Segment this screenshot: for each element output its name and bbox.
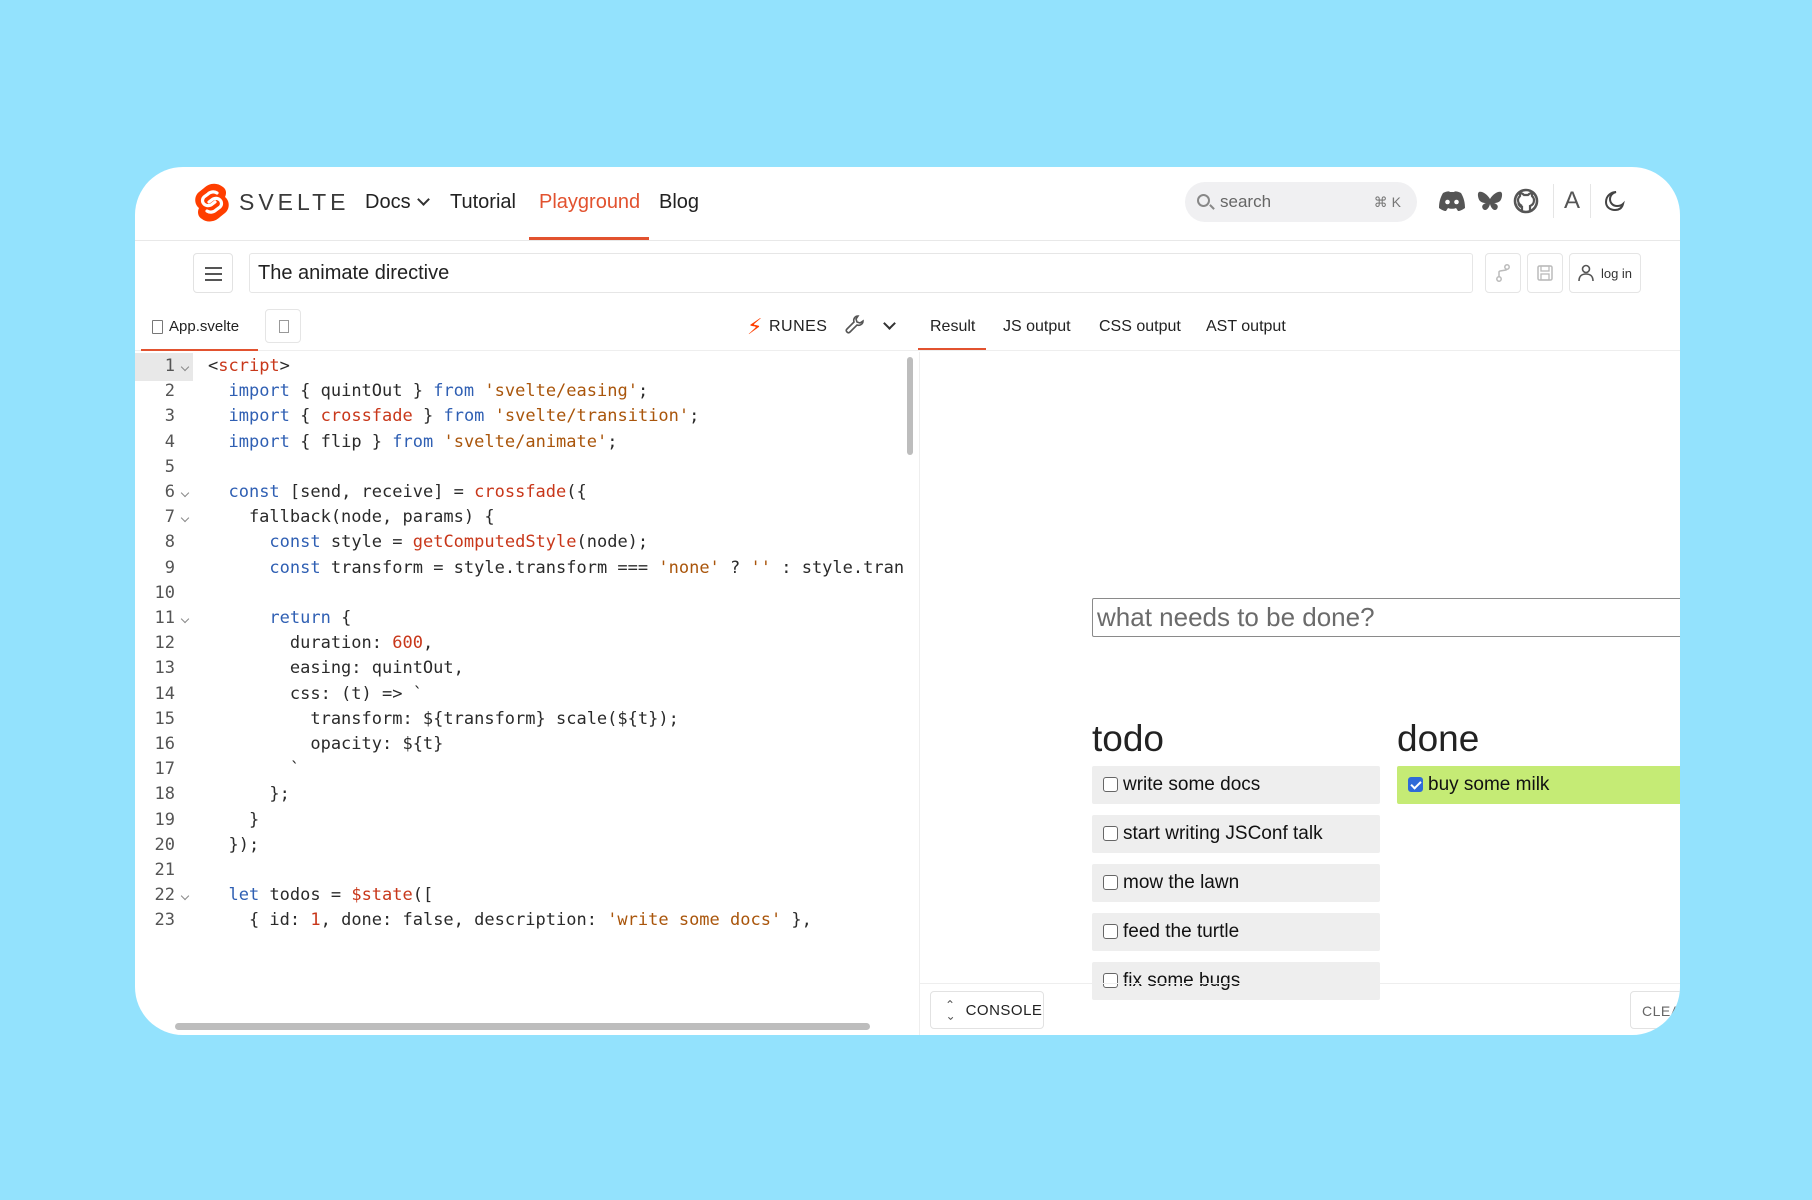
user-icon xyxy=(1578,264,1594,282)
wrench-icon[interactable] xyxy=(845,314,865,340)
search-icon xyxy=(1197,194,1210,207)
todo-checkbox[interactable] xyxy=(1103,875,1118,890)
fold-chevron-icon[interactable] xyxy=(180,513,190,523)
font-toggle-button[interactable]: A xyxy=(1553,184,1591,218)
menu-button[interactable] xyxy=(193,253,233,293)
expand-collapse-icon: ⌃ ⌃ xyxy=(945,998,956,1022)
nav-docs[interactable]: Docs xyxy=(365,191,430,214)
file-tab-label: App.svelte xyxy=(169,318,240,335)
search-input[interactable]: search ⌘ K xyxy=(1185,182,1417,222)
code-text: { id: 1, done: false, description: 'writ… xyxy=(208,910,812,931)
new-todo-input[interactable]: what needs to be done? xyxy=(1092,598,1680,637)
file-icon xyxy=(152,320,163,334)
login-button[interactable]: log in xyxy=(1569,253,1641,293)
todo-checkbox[interactable] xyxy=(1103,777,1118,792)
github-icon[interactable] xyxy=(1509,184,1543,218)
code-line[interactable]: 23 { id: 1, done: false, description: 'w… xyxy=(135,906,915,935)
done-checkbox[interactable] xyxy=(1408,777,1423,792)
playground-window: SVELTE Docs Tutorial Playground Blog sea… xyxy=(135,167,1680,1035)
project-title-input[interactable]: The animate directive xyxy=(249,253,1473,293)
todo-label: write some docs xyxy=(1123,774,1261,795)
title-bar: The animate directive log in xyxy=(135,241,1680,307)
dark-mode-toggle-icon[interactable] xyxy=(1597,184,1631,218)
done-item[interactable]: buy some milk xyxy=(1397,766,1680,804)
runes-toggle[interactable]: ⚡ RUNES xyxy=(747,314,828,339)
tab-result[interactable]: Result xyxy=(930,318,975,336)
editor-vertical-scrollbar[interactable] xyxy=(907,357,913,455)
console-label: CONSOLE xyxy=(965,1001,1043,1019)
line-number: 23 xyxy=(154,910,175,931)
todo-checkbox[interactable] xyxy=(1103,924,1118,939)
search-shortcut: ⌘ K xyxy=(1373,194,1401,210)
fold-chevron-icon[interactable] xyxy=(180,362,190,372)
todo-label: mow the lawn xyxy=(1123,872,1240,893)
brand-name[interactable]: SVELTE xyxy=(239,189,350,216)
bluesky-icon[interactable] xyxy=(1473,184,1507,218)
nav-tutorial[interactable]: Tutorial xyxy=(450,191,516,214)
todo-item[interactable]: write some docs xyxy=(1092,766,1380,804)
todo-checkbox[interactable] xyxy=(1103,826,1118,841)
login-label: log in xyxy=(1600,265,1633,281)
hamburger-icon xyxy=(205,267,222,269)
active-nav-indicator xyxy=(529,237,649,240)
console-bar: ⌃⌃ CONSOLE CLEAR xyxy=(920,983,1680,1035)
top-nav: SVELTE Docs Tutorial Playground Blog sea… xyxy=(135,167,1680,241)
nav-docs-label: Docs xyxy=(365,191,411,213)
todo-item[interactable]: mow the lawn xyxy=(1092,864,1380,902)
lightning-icon: ⚡ xyxy=(747,314,763,339)
search-placeholder: search xyxy=(1220,192,1272,211)
tab-css-output[interactable]: CSS output xyxy=(1099,318,1181,336)
save-icon xyxy=(1537,265,1553,281)
fold-chevron-icon[interactable] xyxy=(180,891,190,901)
fork-button[interactable] xyxy=(1485,253,1521,293)
code-editor[interactable]: 1 <script> 2 import { quintOut } from 'sve… xyxy=(135,352,915,1035)
fold-chevron-icon[interactable] xyxy=(180,614,190,624)
result-pane: what needs to be done? todo done write s… xyxy=(920,352,1680,1035)
clear-console-button[interactable]: CLEAR xyxy=(1630,991,1680,1029)
fork-icon xyxy=(1496,264,1510,282)
fold-chevron-icon[interactable] xyxy=(180,488,190,498)
tab-ast-output[interactable]: AST output xyxy=(1206,318,1286,336)
file-tab-app-svelte[interactable]: App.svelte xyxy=(141,307,258,351)
todo-item[interactable]: start writing JSConf talk xyxy=(1092,815,1380,853)
done-heading: done xyxy=(1397,718,1480,759)
nav-playground[interactable]: Playground xyxy=(539,191,640,214)
runes-label: RUNES xyxy=(768,318,828,335)
editor-horizontal-scrollbar[interactable] xyxy=(175,1023,870,1030)
svelte-logo-icon[interactable] xyxy=(193,181,231,223)
todo-label: feed the turtle xyxy=(1123,921,1240,942)
chevron-down-icon xyxy=(416,193,430,206)
console-toggle-button[interactable]: ⌃ ⌃ CONSOLE xyxy=(930,991,1044,1029)
save-button[interactable] xyxy=(1527,253,1563,293)
discord-icon[interactable] xyxy=(1435,184,1469,218)
hamburger-icon-line xyxy=(205,279,222,281)
new-file-button[interactable] xyxy=(265,309,301,343)
tabs-row: App.svelte ⚡ RUNES Result JS output CSS … xyxy=(135,307,1680,351)
done-label: buy some milk xyxy=(1428,774,1550,795)
tab-js-output[interactable]: JS output xyxy=(1003,318,1071,336)
todo-heading: todo xyxy=(1092,718,1165,759)
todo-item[interactable]: feed the turtle xyxy=(1092,913,1380,951)
nav-blog[interactable]: Blog xyxy=(659,191,699,214)
hamburger-icon-line xyxy=(205,273,222,275)
chevron-down-icon[interactable] xyxy=(883,317,896,330)
todo-label: start writing JSConf talk xyxy=(1123,823,1323,844)
active-tab-indicator xyxy=(918,348,986,350)
